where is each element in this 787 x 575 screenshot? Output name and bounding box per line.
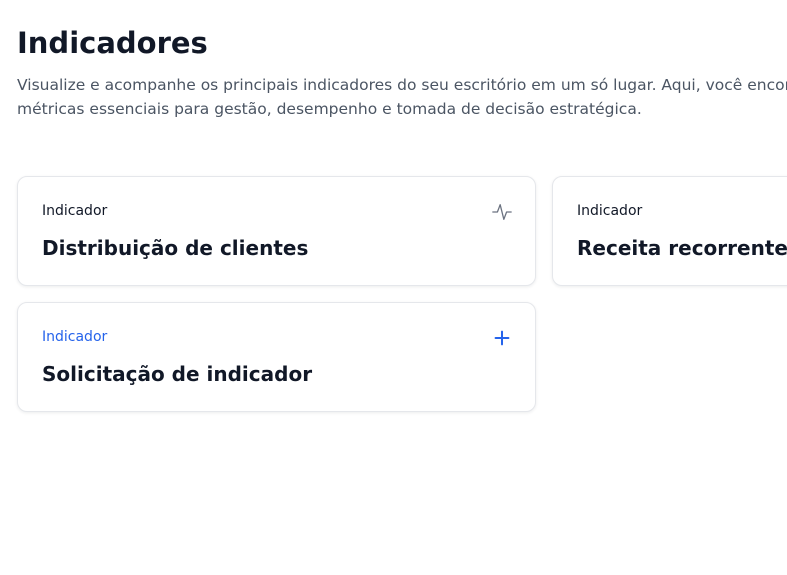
- page-description-line-2: métricas essenciais para gestão, desempe…: [17, 100, 642, 118]
- page-description-line-1: Visualize e acompanhe os principais indi…: [17, 76, 787, 94]
- card-title: Receita recorrente: [577, 236, 787, 260]
- plus-icon[interactable]: [491, 327, 513, 349]
- indicator-card-client-distribution[interactable]: Indicador Distribuição de clientes: [17, 176, 536, 286]
- activity-pulse-icon: [492, 204, 512, 220]
- card-kicker: Indicador: [577, 203, 643, 219]
- card-kicker: Indicador: [42, 203, 108, 219]
- indicator-card-recurring-revenue[interactable]: Indicador Receita recorrente: [552, 176, 787, 286]
- page-description: Visualize e acompanhe os principais indi…: [17, 73, 787, 121]
- card-title: Solicitação de indicador: [42, 362, 313, 386]
- indicator-card-request-indicator[interactable]: Indicador Solicitação de indicador: [17, 302, 536, 412]
- card-title: Distribuição de clientes: [42, 236, 309, 260]
- page-title: Indicadores: [17, 26, 208, 60]
- card-kicker: Indicador: [42, 329, 108, 345]
- indicators-page: Indicadores Visualize e acompanhe os pri…: [0, 0, 787, 575]
